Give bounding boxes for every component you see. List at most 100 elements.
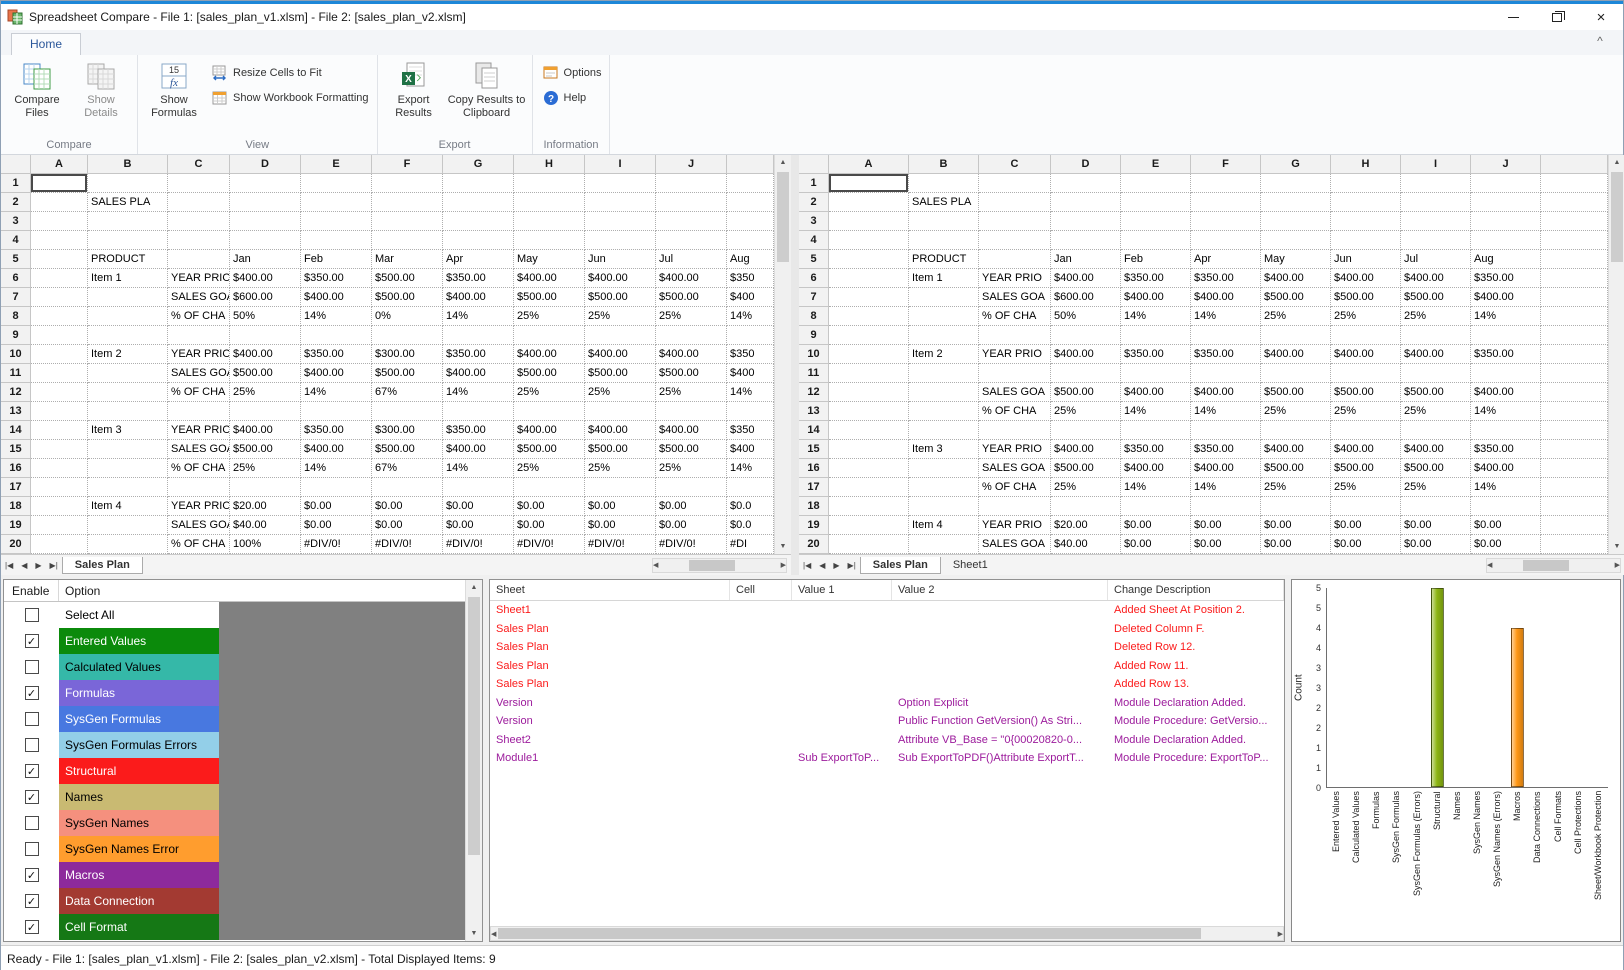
row-header[interactable]: 11 <box>1 364 31 383</box>
cell[interactable]: YEAR PRIO <box>979 516 1051 535</box>
cell[interactable]: $400.00 <box>1191 459 1261 478</box>
cell[interactable]: $400.00 <box>443 364 514 383</box>
cell[interactable] <box>88 459 168 478</box>
option-label[interactable]: Select All <box>59 602 219 628</box>
cell[interactable]: $350.00 <box>1121 269 1191 288</box>
option-label[interactable]: SysGen Formulas Errors <box>59 732 219 758</box>
cell[interactable]: 14% <box>1121 402 1191 421</box>
cell[interactable] <box>1261 421 1331 440</box>
scrollbar-thumb[interactable] <box>498 928 1201 939</box>
close-button[interactable]: × <box>1579 4 1623 30</box>
export-results-button[interactable]: X Export Results <box>382 57 446 137</box>
cell[interactable] <box>301 174 372 193</box>
cell[interactable]: SALES GOA <box>979 383 1051 402</box>
cell[interactable]: $400.00 <box>514 345 585 364</box>
cell[interactable] <box>230 212 301 231</box>
cell[interactable] <box>1051 364 1121 383</box>
cell[interactable]: Item 4 <box>909 516 979 535</box>
cell[interactable]: $600.00 <box>1051 288 1121 307</box>
sheet-tab-sales-plan[interactable]: Sales Plan <box>860 557 941 574</box>
prev-sheet-icon[interactable]: ◀ <box>17 561 31 570</box>
cell[interactable]: SALES PLA <box>909 193 979 212</box>
cell[interactable] <box>979 193 1051 212</box>
cell[interactable]: Item 1 <box>88 269 168 288</box>
cell[interactable]: $400.00 <box>1191 383 1261 402</box>
cell[interactable] <box>168 478 230 497</box>
cell[interactable] <box>230 174 301 193</box>
row-header[interactable]: 7 <box>799 288 829 307</box>
cell[interactable]: #DIV/0! <box>585 535 656 554</box>
cell[interactable]: 14% <box>443 383 514 402</box>
option-checkbox[interactable]: ✓ <box>25 894 39 908</box>
option-checkbox[interactable]: ✓ <box>25 764 39 778</box>
cell[interactable] <box>168 174 230 193</box>
cell[interactable] <box>585 402 656 421</box>
column-header[interactable]: A <box>31 155 88 174</box>
result-column-header[interactable]: Sheet <box>490 580 730 600</box>
cell[interactable] <box>1261 174 1331 193</box>
cell[interactable] <box>31 535 88 554</box>
row-header[interactable]: 5 <box>799 250 829 269</box>
cell[interactable]: $400.00 <box>1121 383 1191 402</box>
row-header[interactable]: 3 <box>1 212 31 231</box>
cell[interactable]: $400 <box>727 440 774 459</box>
cell[interactable]: 25% <box>514 459 585 478</box>
cell[interactable] <box>372 326 443 345</box>
cell[interactable] <box>1261 212 1331 231</box>
cell[interactable] <box>372 212 443 231</box>
cell[interactable] <box>1191 193 1261 212</box>
cell[interactable] <box>1541 383 1608 402</box>
cell[interactable] <box>727 193 774 212</box>
file1-horizontal-scrollbar[interactable]: ◀ ▶ <box>652 558 787 573</box>
cell[interactable] <box>1051 212 1121 231</box>
cell[interactable] <box>909 364 979 383</box>
row-header[interactable]: 15 <box>799 440 829 459</box>
cell[interactable]: #DIV/0! <box>372 535 443 554</box>
cell[interactable]: 50% <box>1051 307 1121 326</box>
option-label[interactable]: Cell Format <box>59 914 219 940</box>
cell[interactable]: $400.00 <box>1191 288 1261 307</box>
cell[interactable] <box>31 402 88 421</box>
row-header[interactable]: 16 <box>1 459 31 478</box>
option-checkbox[interactable]: ✓ <box>25 868 39 882</box>
row-header[interactable]: 12 <box>1 383 31 402</box>
cell[interactable] <box>979 250 1051 269</box>
cell[interactable] <box>168 250 230 269</box>
cell[interactable] <box>1191 364 1261 383</box>
cell[interactable]: 14% <box>1471 307 1541 326</box>
cell[interactable] <box>1541 212 1608 231</box>
cell[interactable]: 14% <box>443 459 514 478</box>
cell[interactable]: $0.00 <box>372 497 443 516</box>
row-header[interactable]: 16 <box>799 459 829 478</box>
column-header[interactable]: I <box>585 155 656 174</box>
cell[interactable] <box>1121 193 1191 212</box>
cell[interactable] <box>909 288 979 307</box>
scroll-up-icon[interactable]: ▲ <box>775 155 791 170</box>
cell[interactable]: $0.00 <box>1401 516 1471 535</box>
cell[interactable] <box>909 497 979 516</box>
cell[interactable]: 0% <box>372 307 443 326</box>
prev-sheet-icon[interactable]: ◀ <box>815 561 829 570</box>
cell[interactable]: PRODUCT <box>909 250 979 269</box>
cell[interactable]: $0.00 <box>1191 516 1261 535</box>
results-horizontal-scrollbar[interactable]: ◀ ▶ <box>490 926 1284 941</box>
cell[interactable]: $40.00 <box>230 516 301 535</box>
cell[interactable] <box>372 174 443 193</box>
cell[interactable]: $350.00 <box>1471 345 1541 364</box>
cell[interactable]: #DIV/0! <box>514 535 585 554</box>
cell[interactable] <box>909 174 979 193</box>
cell[interactable] <box>829 269 909 288</box>
cell[interactable]: $0.00 <box>1331 535 1401 554</box>
cell[interactable]: 25% <box>585 307 656 326</box>
cell[interactable] <box>31 440 88 459</box>
cell[interactable] <box>1121 174 1191 193</box>
cell[interactable]: Item 2 <box>909 345 979 364</box>
cell[interactable] <box>1121 364 1191 383</box>
row-header[interactable]: 19 <box>1 516 31 535</box>
cell[interactable]: $400.00 <box>1401 345 1471 364</box>
cell[interactable] <box>372 402 443 421</box>
column-header[interactable]: A <box>829 155 909 174</box>
column-header[interactable]: F <box>372 155 443 174</box>
option-label[interactable]: Data Connection <box>59 888 219 914</box>
cell[interactable] <box>514 174 585 193</box>
